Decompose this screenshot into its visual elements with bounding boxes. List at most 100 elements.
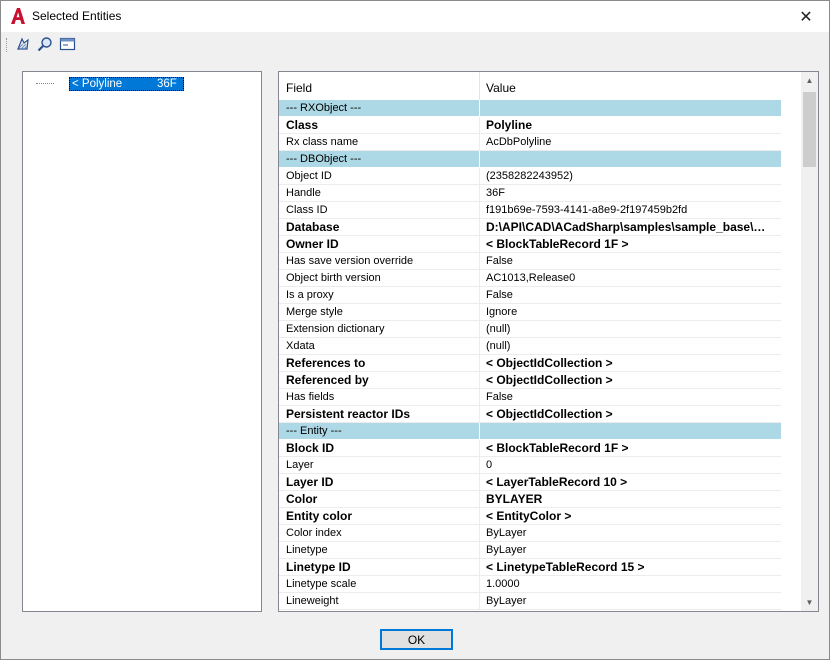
table-row[interactable]: Xdata (null): [279, 338, 781, 355]
field-cell: Object birth version: [286, 272, 381, 284]
cell-separator: [479, 372, 480, 389]
cell-separator: [479, 219, 480, 236]
autocad-a-icon: [10, 8, 26, 24]
section-header-row[interactable]: --- DBObject ---: [279, 151, 781, 168]
field-cell: Extension dictionary: [286, 323, 385, 335]
cell-separator: [479, 406, 480, 423]
field-cell: Layer ID: [286, 475, 334, 489]
close-icon: ✕: [799, 8, 813, 26]
cell-separator: [479, 525, 480, 542]
table-row[interactable]: Has save version override False: [279, 253, 781, 270]
value-cell: ByLayer: [486, 527, 527, 539]
table-row[interactable]: Referenced by < ObjectIdCollection >: [279, 372, 781, 389]
toolbar: [1, 32, 829, 56]
value-cell: (null): [486, 323, 511, 335]
table-row[interactable]: Handle 36F: [279, 185, 781, 202]
table-row[interactable]: Color index ByLayer: [279, 525, 781, 542]
title-bar[interactable]: Selected Entities ✕: [1, 1, 829, 32]
table-row[interactable]: Entity color < EntityColor >: [279, 508, 781, 525]
table-row[interactable]: Color BYLAYER: [279, 491, 781, 508]
table-row[interactable]: Is a proxy False: [279, 287, 781, 304]
properties-grid[interactable]: Field Value --- RXObject --- Class Polyli…: [278, 71, 819, 612]
field-cell: Has fields: [286, 391, 335, 403]
tree-node-polyline[interactable]: < Polyline 36F >: [69, 77, 184, 102]
value-cell: < EntityColor >: [486, 509, 572, 523]
field-cell: Linetype ID: [286, 560, 351, 574]
section-header-row[interactable]: --- RXObject ---: [279, 100, 781, 117]
table-row[interactable]: Linetype ByLayer: [279, 542, 781, 559]
value-cell: < BlockTableRecord 1F >: [486, 441, 629, 455]
value-cell: < LayerTableRecord 10 >: [486, 475, 628, 489]
table-row[interactable]: Owner ID < BlockTableRecord 1F >: [279, 236, 781, 253]
column-separator[interactable]: [479, 72, 480, 100]
value-cell: D:\API\CAD\ACadSharp\samples\sample_base…: [486, 220, 766, 234]
field-cell: Linetype: [286, 544, 328, 556]
cell-separator: [479, 389, 480, 406]
table-row[interactable]: Linetype scale 1.0000: [279, 576, 781, 593]
column-header-field[interactable]: Field: [286, 81, 312, 95]
value-cell: 36F: [486, 187, 505, 199]
value-cell: Polyline: [486, 118, 533, 132]
scroll-up-button[interactable]: ▲: [801, 72, 818, 89]
cell-separator: [479, 355, 480, 372]
value-cell: BYLAYER: [486, 492, 543, 506]
value-cell: False: [486, 289, 513, 301]
field-cell: Entity color: [286, 509, 353, 523]
cell-separator: [479, 321, 480, 338]
ok-button[interactable]: OK: [380, 629, 453, 650]
value-cell: (null): [486, 340, 511, 352]
cell-separator: [479, 542, 480, 559]
vertical-scrollbar[interactable]: ▲ ▼: [801, 72, 818, 611]
window-select-button[interactable]: [58, 35, 78, 53]
field-cell: --- Entity ---: [286, 425, 342, 437]
cell-separator: [479, 100, 480, 117]
grip-icon: [6, 38, 9, 52]
value-cell: f191b69e-7593-4141-a8e9-2f197459b2fd: [486, 204, 688, 216]
field-cell: Handle: [286, 187, 321, 199]
zoom-entities-button[interactable]: [35, 35, 55, 53]
scroll-thumb[interactable]: [803, 92, 816, 167]
table-row[interactable]: Linetype ID < LinetypeTableRecord 15 >: [279, 559, 781, 576]
table-row[interactable]: Database D:\API\CAD\ACadSharp\samples\sam…: [279, 219, 781, 236]
field-cell: Layer: [286, 459, 314, 471]
close-button[interactable]: ✕: [783, 1, 829, 32]
cell-separator: [479, 491, 480, 508]
table-row[interactable]: Object birth version AC1013,Release0: [279, 270, 781, 287]
tree-node-name: < Polyline: [72, 78, 123, 90]
chevron-up-icon: ▲: [805, 76, 814, 85]
grid-rows: --- RXObject --- Class Polyline Rx class n…: [279, 100, 781, 610]
table-row[interactable]: Class ID f191b69e-7593-4141-a8e9-2f197459…: [279, 202, 781, 219]
table-row[interactable]: Class Polyline: [279, 117, 781, 134]
field-cell: Color index: [286, 527, 342, 539]
table-row[interactable]: Merge style Ignore: [279, 304, 781, 321]
field-cell: --- DBObject ---: [286, 153, 362, 165]
section-header-row[interactable]: --- Entity ---: [279, 423, 781, 440]
table-row[interactable]: Lineweight ByLayer: [279, 593, 781, 610]
table-row[interactable]: Extension dictionary (null): [279, 321, 781, 338]
window-title: Selected Entities: [32, 9, 122, 23]
table-row[interactable]: Has fields False: [279, 389, 781, 406]
table-row[interactable]: Persistent reactor IDs < ObjectIdCollecti…: [279, 406, 781, 423]
value-cell: False: [486, 255, 513, 267]
table-row[interactable]: Object ID (2358282243952): [279, 168, 781, 185]
hatch-entities-button[interactable]: [13, 35, 33, 53]
table-row[interactable]: Layer 0: [279, 457, 781, 474]
table-row[interactable]: Layer ID < LayerTableRecord 10 >: [279, 474, 781, 491]
cell-separator: [479, 270, 480, 287]
table-row[interactable]: Rx class name AcDbPolyline: [279, 134, 781, 151]
column-header-value[interactable]: Value: [486, 81, 516, 95]
value-cell: (2358282243952): [486, 170, 573, 182]
value-cell: ByLayer: [486, 595, 527, 607]
value-cell: < ObjectIdCollection >: [486, 407, 613, 421]
scroll-down-button[interactable]: ▼: [801, 594, 818, 611]
table-row[interactable]: References to < ObjectIdCollection >: [279, 355, 781, 372]
field-cell: Referenced by: [286, 373, 369, 387]
table-row[interactable]: Block ID < BlockTableRecord 1F >: [279, 440, 781, 457]
entity-tree[interactable]: < Polyline 36F >: [22, 71, 262, 612]
cell-separator: [479, 440, 480, 457]
cell-separator: [479, 593, 480, 610]
field-cell: Block ID: [286, 441, 335, 455]
field-cell: Object ID: [286, 170, 332, 182]
field-cell: Lineweight: [286, 595, 339, 607]
cell-separator: [479, 151, 480, 168]
